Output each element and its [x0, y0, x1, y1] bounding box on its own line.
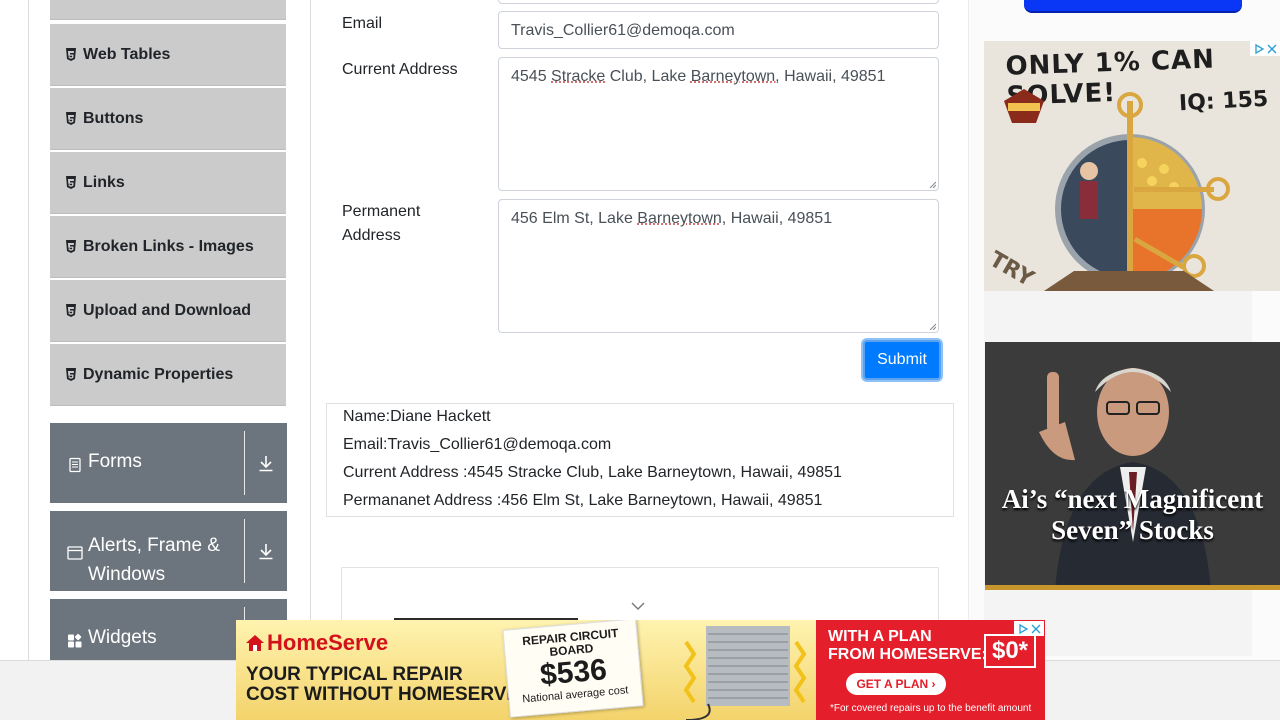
- close-icon[interactable]: [1267, 44, 1277, 54]
- sidebar-group-label: Forms: [88, 451, 142, 472]
- hero-wars-logo: [1004, 89, 1044, 123]
- email-value: Travis_Collier61@demoqa.com: [511, 22, 735, 39]
- form-icon: [67, 453, 83, 473]
- html5-icon: [65, 47, 77, 62]
- output-name: Name:Diane Hackett: [343, 408, 491, 425]
- email-label: Email: [342, 15, 383, 32]
- sidebar-group-forms[interactable]: Forms: [50, 423, 287, 503]
- download-icon[interactable]: [245, 423, 287, 503]
- adchoices-icon[interactable]: [1250, 41, 1280, 56]
- sidebar-item-label: Dynamic Properties: [83, 365, 234, 383]
- output-email: Email:Travis_Collier61@demoqa.com: [343, 436, 612, 453]
- get-a-plan-button[interactable]: GET A PLAN ›: [846, 673, 946, 695]
- price-card: REPAIR CIRCUIT BOARD $536 National avera…: [502, 620, 644, 718]
- sidebar-item-label: Buttons: [83, 109, 144, 127]
- sidebar-item-buttons[interactable]: Buttons: [50, 88, 286, 150]
- html5-icon: [65, 175, 77, 190]
- ad-fine-print: *For covered repairs up to the benefit a…: [830, 703, 1032, 714]
- ad-hero-wars[interactable]: ONLY 1% CAN SOLVE! IQ: 155 TRY: [984, 41, 1280, 291]
- sidebar-divider: [310, 0, 311, 660]
- output-permanent-address: Permananet Address :456 Elm St, Lake Bar…: [343, 492, 823, 509]
- sidebar-item-label: Web Tables: [83, 45, 171, 63]
- sidebar-group-label: Alerts, Frame & Windows: [88, 535, 220, 585]
- resize-grip-icon[interactable]: [929, 181, 936, 188]
- html5-icon: [65, 367, 77, 382]
- ac-unit-illustration: [683, 626, 807, 720]
- sidebar-group-label: Widgets: [88, 627, 157, 648]
- current-address-field[interactable]: 4545 Stracke Club, Lake Barneytown, Hawa…: [498, 57, 939, 191]
- sidebar-item-label: Links: [83, 173, 125, 191]
- sidebar-item-links[interactable]: Links: [50, 152, 286, 214]
- submit-button[interactable]: Submit: [863, 340, 941, 380]
- sidebar-item-web-tables[interactable]: Web Tables: [50, 24, 286, 86]
- bottom-homeserve-ad[interactable]: HomeServe YOUR TYPICAL REPAIR COST WITHO…: [236, 620, 1045, 720]
- sidebar-item-partial[interactable]: [50, 0, 286, 20]
- email-field[interactable]: Travis_Collier61@demoqa.com: [498, 11, 939, 49]
- sidebar-item-broken-links[interactable]: Broken Links - Images: [50, 216, 286, 278]
- homeserve-logo: HomeServe: [245, 630, 388, 656]
- ad1-subheadline: IQ: 155: [1178, 86, 1269, 117]
- current-address-label: Current Address: [342, 61, 458, 78]
- adchoices-icon[interactable]: [1014, 621, 1044, 636]
- ad-right-panel: WITH A PLAN FROM HOMESERVE: $0* GET A PL…: [816, 620, 1045, 720]
- resize-grip-icon[interactable]: [929, 323, 936, 330]
- sidebar-item-dynamic-properties[interactable]: Dynamic Properties: [50, 344, 286, 406]
- download-icon[interactable]: [245, 511, 287, 591]
- permanent-address-label: Permanent Address: [342, 203, 421, 244]
- sidebar-item-label: Upload and Download: [83, 301, 251, 319]
- presenter-photo: [985, 342, 1280, 585]
- html5-icon: [65, 303, 77, 318]
- output-current-address: Current Address :4545 Stracke Club, Lake…: [343, 464, 842, 481]
- chevron-down-icon[interactable]: [631, 602, 645, 611]
- ad-magnificent-seven[interactable]: Ai’s “next Magnificent Seven” Stocks: [985, 342, 1280, 590]
- ad-blue-button[interactable]: [1024, 0, 1242, 13]
- html5-icon: [65, 239, 77, 254]
- output-panel: Name:Diane Hackett Email:Travis_Collier6…: [326, 403, 954, 517]
- widgets-icon: [67, 629, 83, 648]
- close-icon[interactable]: [1031, 624, 1041, 634]
- sidebar-item-upload-download[interactable]: Upload and Download: [50, 280, 286, 342]
- html5-icon: [65, 111, 77, 126]
- name-field[interactable]: [498, 0, 939, 4]
- sidebar-group-alerts[interactable]: Alerts, Frame & Windows: [50, 511, 287, 591]
- ad-line-2: COST WITHOUT HOMESERVE:: [246, 684, 526, 705]
- window-icon: [67, 541, 83, 560]
- house-icon: [246, 635, 264, 651]
- permanent-address-field[interactable]: 456 Elm St, Lake Barneytown, Hawaii, 498…: [498, 199, 939, 333]
- ad-line-1: YOUR TYPICAL REPAIR: [246, 664, 463, 685]
- ad-price-badge: $0*: [984, 634, 1036, 668]
- sidebar-item-label: Broken Links - Images: [83, 237, 254, 255]
- ad2-headline: Ai’s “next Magnificent Seven” Stocks: [1001, 484, 1264, 545]
